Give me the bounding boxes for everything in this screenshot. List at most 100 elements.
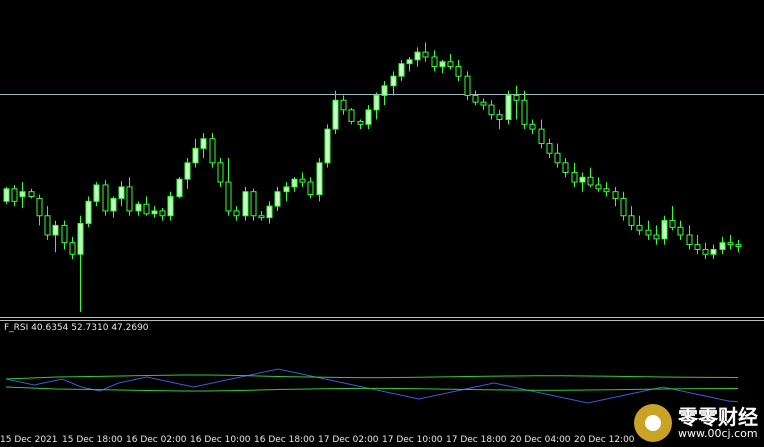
candle-body: [464, 75, 471, 96]
pane-separator-lower: [0, 320, 764, 321]
candle-body: [135, 203, 142, 212]
indicator-label: F_RSI 40.6354 52.7310 47.2690: [4, 323, 149, 333]
time-axis-label: 17 Dec 10:00: [382, 435, 443, 445]
candle-body: [595, 184, 602, 190]
candle-body: [710, 248, 717, 255]
watermark-name: 零零财经: [678, 404, 758, 429]
candle-body: [496, 114, 503, 120]
price-chart[interactable]: [0, 0, 764, 316]
candle-body: [390, 75, 397, 87]
candle-body: [636, 224, 643, 231]
candle-body: [669, 220, 676, 228]
candle-body: [332, 99, 339, 130]
candle-body: [110, 197, 117, 212]
candle-body: [217, 162, 224, 183]
candle-body: [571, 171, 578, 183]
watermark: 零零财经 www.00cj.com: [634, 403, 758, 443]
candle-body: [645, 229, 652, 236]
candle-body: [118, 186, 125, 199]
candle-body: [225, 181, 232, 212]
candle-body: [3, 188, 10, 202]
candle-body: [554, 152, 561, 164]
candle-body: [719, 242, 726, 250]
upper_band-line: [5, 374, 739, 380]
pane-separator[interactable]: [0, 317, 764, 318]
candle-body: [316, 162, 323, 196]
candle-body: [529, 123, 536, 130]
candle-body: [628, 215, 635, 226]
candle-body: [291, 178, 298, 188]
time-axis-label: 16 Dec 02:00: [126, 435, 187, 445]
candle-body: [472, 94, 479, 103]
candle-body: [61, 224, 68, 244]
candle-body: [28, 191, 35, 197]
candle-body: [587, 176, 594, 186]
time-axis-label: 20 Dec 04:00: [510, 435, 571, 445]
time-axis-label: 15 Dec 18:00: [62, 435, 123, 445]
candle-body: [192, 147, 199, 164]
time-axis-label: 17 Dec 02:00: [318, 435, 379, 445]
time-axis-label: 16 Dec 18:00: [254, 435, 315, 445]
candle-body: [242, 191, 249, 217]
candle-body: [126, 186, 133, 212]
candle-body: [44, 215, 51, 236]
watermark-url: www.00cj.com: [678, 426, 758, 440]
candle-body: [702, 248, 709, 255]
candle-body: [447, 61, 454, 68]
candle-body: [143, 203, 150, 215]
candle-body: [422, 51, 429, 58]
candle-body: [266, 205, 273, 219]
candle-body: [167, 196, 174, 217]
candle-body: [36, 197, 43, 217]
candle-body: [184, 162, 191, 180]
candle-body: [488, 104, 495, 116]
candle-body: [579, 176, 586, 183]
candle-body: [307, 181, 314, 196]
candle-body: [620, 197, 627, 217]
candle-body: [209, 138, 216, 164]
candle-body: [735, 244, 742, 248]
candle-body: [661, 220, 668, 240]
candle-body: [324, 128, 331, 164]
candle-body: [480, 101, 487, 106]
chart-window[interactable]: F_RSI 40.6354 52.7310 47.2690 15 Dec 202…: [0, 0, 764, 447]
candle-body: [653, 234, 660, 240]
rsi-line: [5, 368, 739, 404]
candle-body: [274, 191, 281, 207]
candle-body: [69, 242, 76, 255]
candle-body: [340, 99, 347, 111]
candle-body: [176, 178, 183, 198]
candle-body: [414, 51, 421, 61]
candle-body: [93, 184, 100, 202]
candle-body: [52, 224, 59, 236]
time-axis-label: 16 Dec 10:00: [190, 435, 251, 445]
candle-body: [398, 63, 405, 77]
candle-body: [439, 61, 446, 68]
candle-body: [381, 85, 388, 96]
candle-body: [357, 120, 364, 125]
candle-body: [431, 56, 438, 68]
candle-body: [348, 109, 355, 122]
candle-body: [373, 94, 380, 111]
candle-body: [521, 99, 528, 125]
candle-body: [299, 178, 306, 183]
candle-body: [603, 188, 610, 193]
candle-body: [686, 234, 693, 246]
time-axis-label: 20 Dec 12:00: [574, 435, 635, 445]
candle-body: [233, 210, 240, 217]
candle-body: [538, 128, 545, 145]
candle-body: [102, 184, 109, 212]
candle-body: [159, 210, 166, 217]
watermark-logo-icon: [634, 404, 672, 442]
candle-body: [85, 200, 92, 224]
candle-body: [200, 138, 207, 149]
candle-body: [727, 242, 734, 246]
time-axis-label: 17 Dec 18:00: [446, 435, 507, 445]
candle-body: [406, 59, 413, 65]
candle-body: [513, 94, 520, 101]
candle-body: [77, 222, 84, 255]
candle-body: [365, 109, 372, 125]
candle-body: [283, 186, 290, 193]
candle-body: [546, 143, 553, 154]
candle-body: [562, 162, 569, 173]
